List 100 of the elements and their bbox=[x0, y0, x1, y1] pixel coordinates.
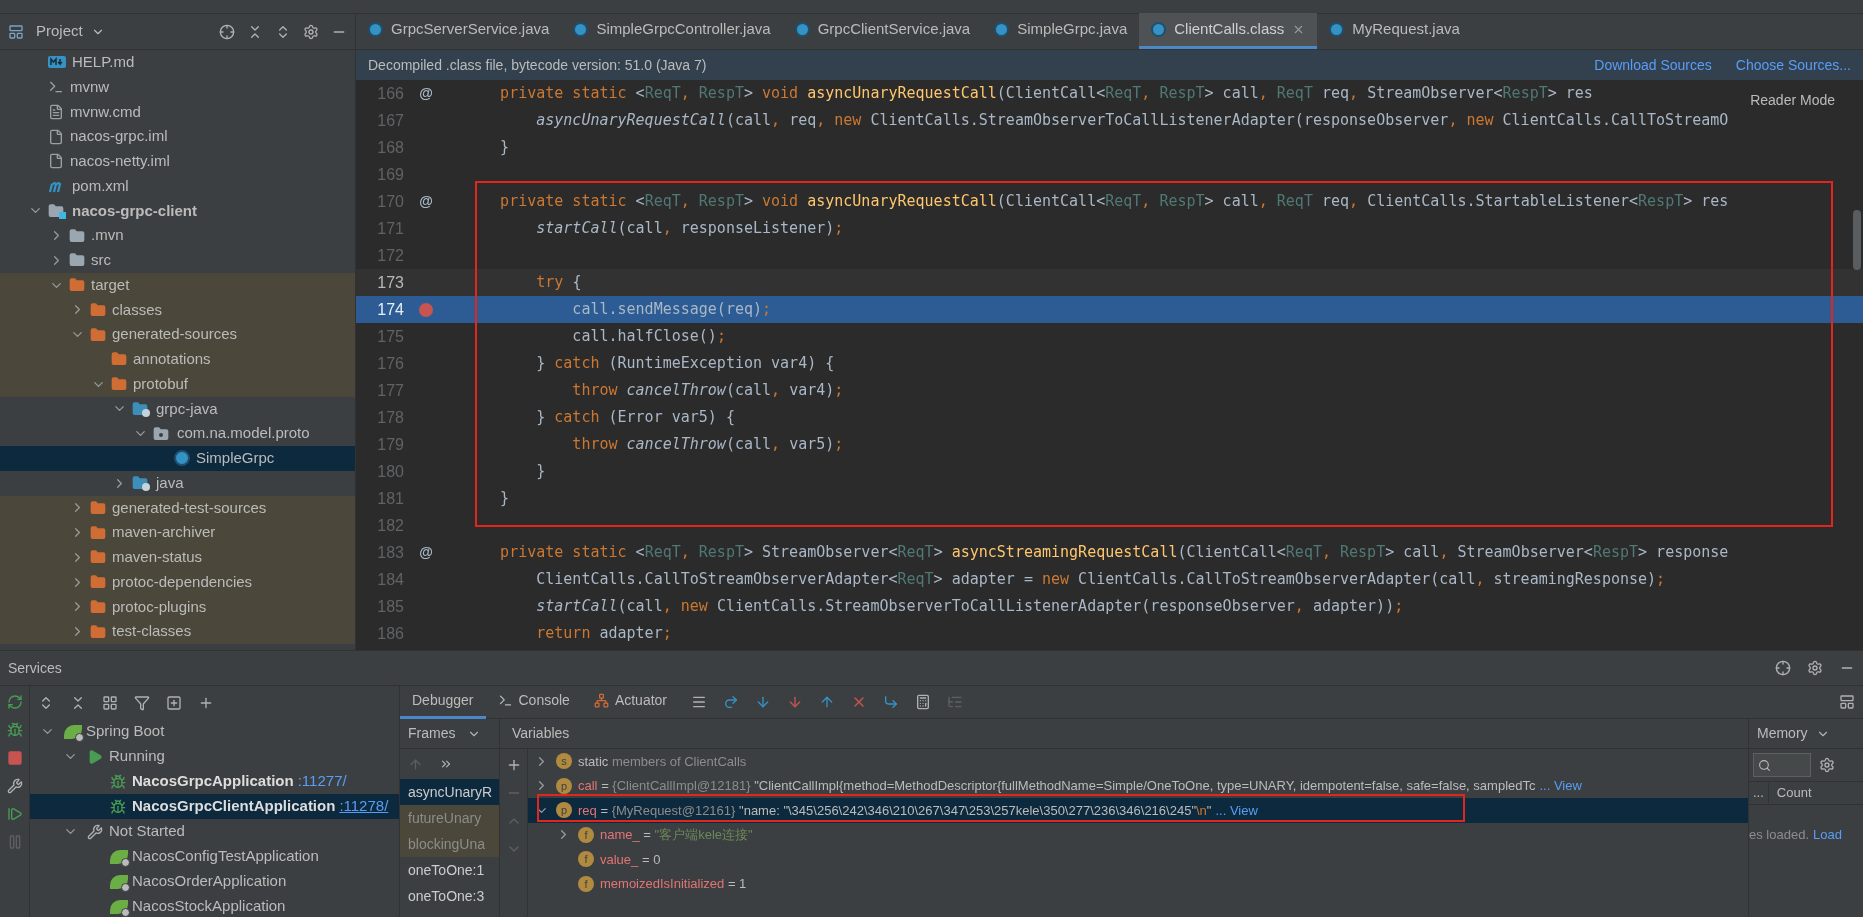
service-item[interactable]: NacosStockApplication bbox=[30, 894, 399, 917]
service-name: NacosConfigTestApplication bbox=[132, 846, 319, 867]
add-service-icon[interactable] bbox=[166, 694, 182, 711]
line-number: 180 bbox=[376, 461, 405, 482]
more-icon[interactable] bbox=[439, 757, 453, 771]
group-icon[interactable] bbox=[102, 694, 118, 711]
wrench-icon[interactable] bbox=[6, 778, 23, 794]
variable-text: name_ = "客户端kele连接" bbox=[600, 826, 753, 844]
step-over-icon[interactable] bbox=[723, 694, 739, 710]
service-item[interactable]: NacosGrpcApplication :11277/ bbox=[30, 769, 399, 794]
tree-item[interactable]: protoc-dependencies bbox=[0, 569, 355, 595]
notice-link[interactable]: Download Sources bbox=[1594, 54, 1712, 76]
step-into-icon[interactable] bbox=[755, 694, 771, 710]
variable-row[interactable]: s static members of ClientCalls bbox=[528, 749, 1748, 774]
code-line: ClientCalls.CallToStreamObserverAdapter<ReqT> adapter = new ClientCalls.CallToStreamObserverAdapter(call, streamingResponse); bbox=[535, 569, 1666, 591]
column-header[interactable]: Count bbox=[1767, 783, 1820, 803]
force-step-into-icon[interactable] bbox=[787, 694, 803, 710]
variable-row[interactable]: p req = {MyRequest@12161} "name: "\345\256\242\346\210\267\347\253\257kele\350\277\236\346\216\245"\n" ... View bbox=[528, 798, 1748, 823]
file-tab[interactable]: GrpcServerService.java bbox=[356, 13, 562, 49]
tree-item[interactable]: classes bbox=[0, 297, 355, 323]
tree-item[interactable]: protobuf bbox=[0, 371, 355, 397]
resume-icon[interactable] bbox=[6, 806, 23, 822]
menu-icon[interactable] bbox=[691, 694, 707, 710]
variable-row[interactable]: p call = {ClientCallImpl@12181} "ClientCallImpl{method=MethodDescriptor{fullMethodName=Simple/OneToOne, type=UNARY, idempotent=false, safe=false, sampledTc ... View bbox=[528, 773, 1748, 798]
port-link[interactable]: :11277/ bbox=[297, 770, 347, 793]
tree-item[interactable]: protoc-plugins bbox=[0, 594, 355, 620]
frame-item[interactable]: asyncUnaryR bbox=[400, 779, 499, 805]
column-menu[interactable]: ... bbox=[1749, 783, 1768, 803]
tree-item[interactable]: maven-archiver bbox=[0, 520, 355, 545]
service-item[interactable]: Not Started bbox=[30, 819, 399, 844]
debugger-tab[interactable]: Console bbox=[485, 685, 582, 719]
variable-row[interactable]: f value_ = 0 bbox=[528, 847, 1748, 872]
variable-row[interactable]: f name_ = "客户端kele连接" bbox=[528, 822, 1748, 847]
tree-item[interactable]: com.na.model.proto bbox=[0, 421, 355, 446]
step-out-icon[interactable] bbox=[819, 694, 835, 710]
file-tab[interactable]: MyRequest.java bbox=[1317, 13, 1472, 49]
tree-item[interactable]: grpc-java bbox=[0, 396, 355, 422]
locate-icon[interactable] bbox=[1775, 660, 1791, 676]
tree-item[interactable]: HELP.md bbox=[0, 50, 355, 75]
tree-item[interactable]: pom.xml bbox=[0, 173, 355, 199]
tree-item[interactable]: test-classes bbox=[0, 619, 355, 644]
layout-icon[interactable] bbox=[1839, 694, 1855, 710]
debugger-tab[interactable]: Actuator bbox=[581, 685, 679, 719]
frame-item[interactable]: oneToOne:3 bbox=[400, 883, 499, 909]
tree-item[interactable]: SimpleGrpc bbox=[0, 446, 355, 471]
tree-item[interactable]: generated-test-sources bbox=[0, 495, 355, 521]
tree-item[interactable]: annotations bbox=[0, 347, 355, 372]
variables-header: Variables bbox=[512, 724, 570, 743]
tree-item[interactable]: mvnw bbox=[0, 74, 355, 100]
port-link[interactable]: :11278/ bbox=[339, 795, 389, 818]
search-icon bbox=[1758, 758, 1771, 772]
variable-text: call = {ClientCallImpl@12181} "ClientCallImpl{method=MethodDescriptor{fullMethodName=Simple/OneToOne, type=UNARY, idempotent=false, safe=false, sampledTc bbox=[578, 777, 1536, 795]
stop-icon[interactable] bbox=[6, 750, 23, 766]
locate-icon[interactable] bbox=[219, 23, 235, 40]
code-line: private static <ReqT, RespT> void asyncUnaryRequestCall(ClientCall<ReqT, RespT> call, ReqT req, ClientCalls.StartableListener<RespT> res bbox=[499, 191, 1729, 213]
code-line: } bbox=[499, 137, 510, 159]
tree-item[interactable]: mvnw.cmd bbox=[0, 99, 355, 125]
variable-text: memoizedIsInitialized = 1 bbox=[600, 875, 747, 893]
variable-row[interactable]: f memoizedIsInitialized = 1 bbox=[528, 871, 1748, 896]
tree-item[interactable]: src bbox=[0, 248, 355, 273]
tree-item[interactable]: target bbox=[0, 272, 355, 298]
run-to-cursor-icon[interactable] bbox=[883, 694, 899, 710]
debugger-tab[interactable]: Debugger bbox=[400, 685, 486, 719]
memory-status: es loaded. bbox=[1749, 826, 1809, 844]
service-item[interactable]: Spring Boot bbox=[30, 719, 399, 744]
evaluate-icon[interactable] bbox=[915, 694, 931, 710]
tree-item[interactable]: nacos-grpc.iml bbox=[0, 124, 355, 149]
file-tab[interactable]: ClientCalls.class bbox=[1139, 13, 1318, 49]
tree-item[interactable]: java bbox=[0, 470, 355, 496]
project-view-dropdown[interactable]: Project bbox=[36, 20, 105, 43]
service-item[interactable]: Running bbox=[30, 744, 399, 769]
tree-item[interactable]: .mvn bbox=[0, 223, 355, 248]
line-number: 179 bbox=[376, 434, 405, 455]
service-item[interactable]: NacosGrpcClientApplication :11278/ bbox=[30, 794, 399, 819]
notice-link[interactable]: Choose Sources... bbox=[1735, 54, 1851, 76]
settings-icon[interactable] bbox=[1819, 757, 1835, 773]
frame-item[interactable]: oneToOne:1 bbox=[400, 857, 499, 883]
view-link[interactable]: ... View bbox=[1215, 800, 1258, 820]
file-tab[interactable]: SimpleGrpc.java bbox=[982, 13, 1140, 49]
service-item[interactable]: NacosConfigTestApplication bbox=[30, 844, 399, 869]
tree-item[interactable]: nacos-grpc-client bbox=[0, 198, 355, 224]
tree-item[interactable]: nacos-netty.iml bbox=[0, 149, 355, 174]
filter-icon[interactable] bbox=[134, 694, 150, 711]
tree-item[interactable]: generated-sources bbox=[0, 322, 355, 347]
settings-icon[interactable] bbox=[1807, 660, 1823, 676]
file-tab[interactable]: SimpleGrpcController.java bbox=[561, 13, 783, 49]
scrollbar[interactable] bbox=[1853, 210, 1861, 270]
source-folder-icon bbox=[132, 475, 150, 492]
override-marker: @ bbox=[419, 543, 433, 562]
file-tab[interactable]: GrpcClientService.java bbox=[782, 13, 983, 49]
service-item[interactable]: NacosOrderApplication bbox=[30, 869, 399, 894]
memory-tab[interactable]: Memory bbox=[1757, 723, 1808, 744]
load-link[interactable]: Load bbox=[1813, 825, 1842, 845]
spring-leaf-icon bbox=[110, 874, 128, 889]
search-field[interactable] bbox=[1753, 753, 1811, 777]
tree-item[interactable]: maven-status bbox=[0, 545, 355, 570]
view-link[interactable]: ... View bbox=[1539, 776, 1582, 796]
rerun-icon[interactable] bbox=[6, 694, 23, 710]
settings-icon[interactable] bbox=[303, 23, 319, 40]
debug-icon[interactable] bbox=[6, 722, 23, 738]
